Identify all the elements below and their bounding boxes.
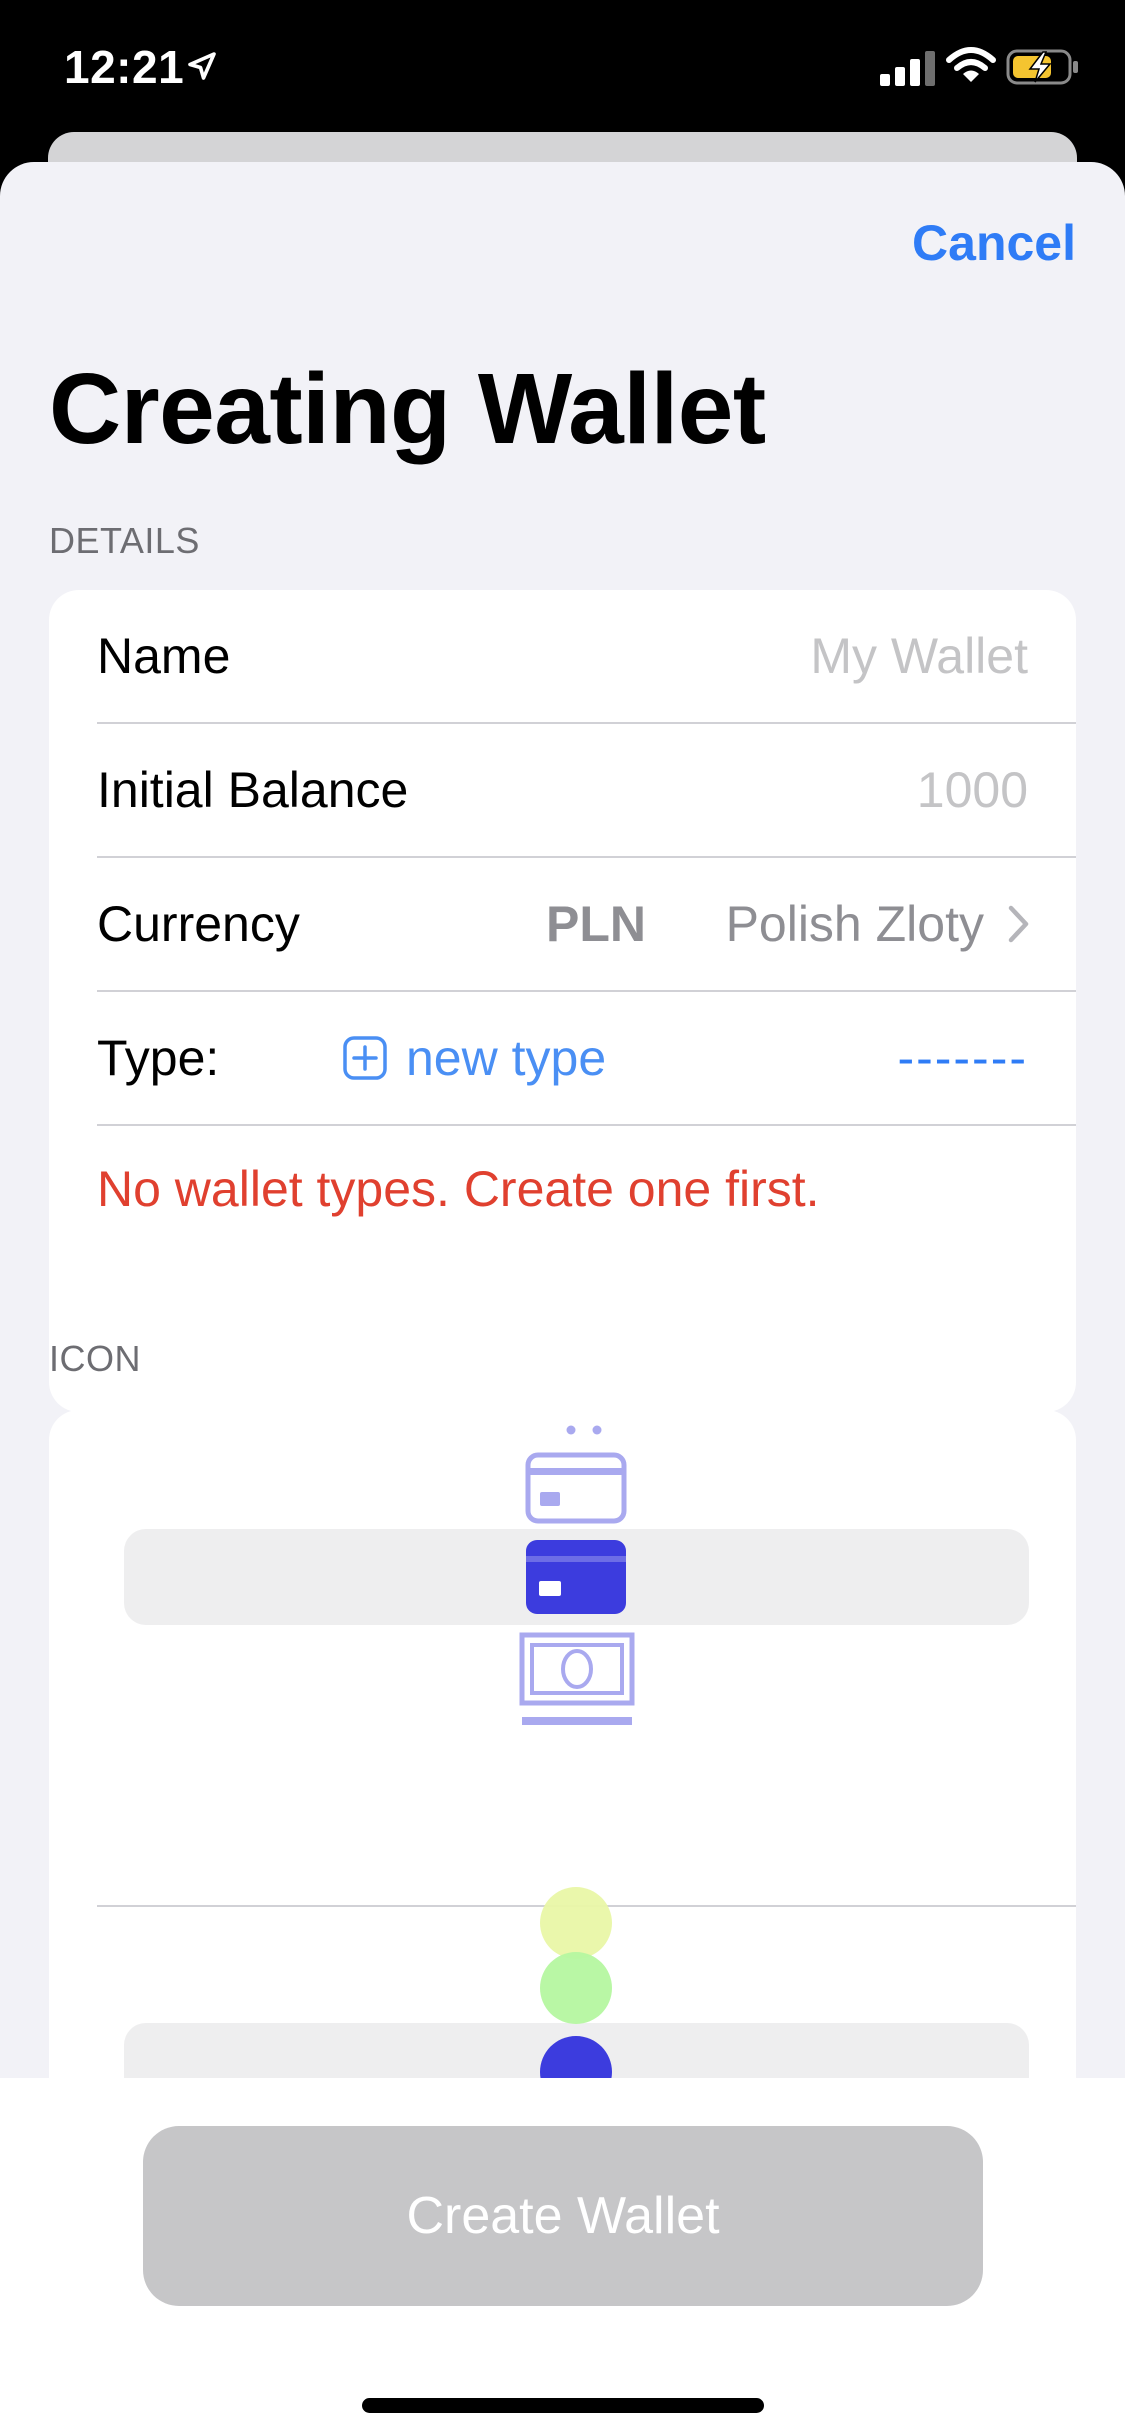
- page-title: Creating Wallet: [49, 353, 766, 465]
- cellular-signal-icon: [880, 51, 935, 86]
- initial-balance-row: Initial Balance: [97, 724, 1076, 856]
- plus-square-icon: [343, 1036, 387, 1080]
- new-type-button[interactable]: new type: [342, 1029, 606, 1087]
- section-header-details: DETAILS: [49, 520, 200, 561]
- error-row: No wallet types. Create one first.: [97, 1128, 1076, 1250]
- wifi-icon: [946, 47, 996, 82]
- name-label: Name: [97, 628, 231, 684]
- location-arrow-icon: [188, 52, 216, 80]
- chevron-right-icon: [1008, 905, 1029, 943]
- wallet-icon[interactable]: [559, 1424, 609, 1436]
- type-label: Type:: [97, 1030, 220, 1086]
- divider: [97, 1124, 1076, 1126]
- initial-balance-label: Initial Balance: [97, 762, 409, 818]
- error-message: No wallet types. Create one first.: [97, 1161, 820, 1217]
- section-header-icon: ICON: [49, 1338, 141, 1379]
- details-group: Name Initial Balance Currency PLN Polish…: [49, 590, 1076, 1412]
- currency-name: Polish Zloty: [725, 896, 984, 952]
- home-indicator: [362, 2398, 764, 2413]
- type-picker[interactable]: -------: [897, 1029, 1028, 1087]
- color-swatch[interactable]: [540, 1952, 612, 2024]
- currency-label: Currency: [97, 896, 300, 952]
- credit-card-icon[interactable]: [525, 1539, 627, 1615]
- credit-card-icon[interactable]: [525, 1452, 627, 1524]
- status-bar: 12:21: [0, 0, 1125, 132]
- banknote-icon[interactable]: [519, 1631, 635, 1729]
- battery-charging-icon: [1006, 49, 1078, 85]
- new-type-label: new type: [406, 1030, 607, 1086]
- cancel-button[interactable]: Cancel: [912, 214, 1076, 272]
- color-swatch[interactable]: [540, 1887, 612, 1959]
- bottom-action-bar: Create Wallet: [0, 2078, 1125, 2436]
- initial-balance-input[interactable]: [528, 761, 1028, 819]
- name-row: Name: [97, 590, 1076, 722]
- icon-picker[interactable]: [49, 1410, 1076, 1740]
- type-row: Type: new type -------: [97, 992, 1076, 1124]
- create-wallet-button[interactable]: Create Wallet: [143, 2126, 983, 2306]
- status-time: 12:21: [64, 41, 185, 93]
- currency-row[interactable]: Currency PLN Polish Zloty: [97, 858, 1076, 990]
- name-input[interactable]: [528, 627, 1028, 685]
- currency-code: PLN: [546, 896, 646, 952]
